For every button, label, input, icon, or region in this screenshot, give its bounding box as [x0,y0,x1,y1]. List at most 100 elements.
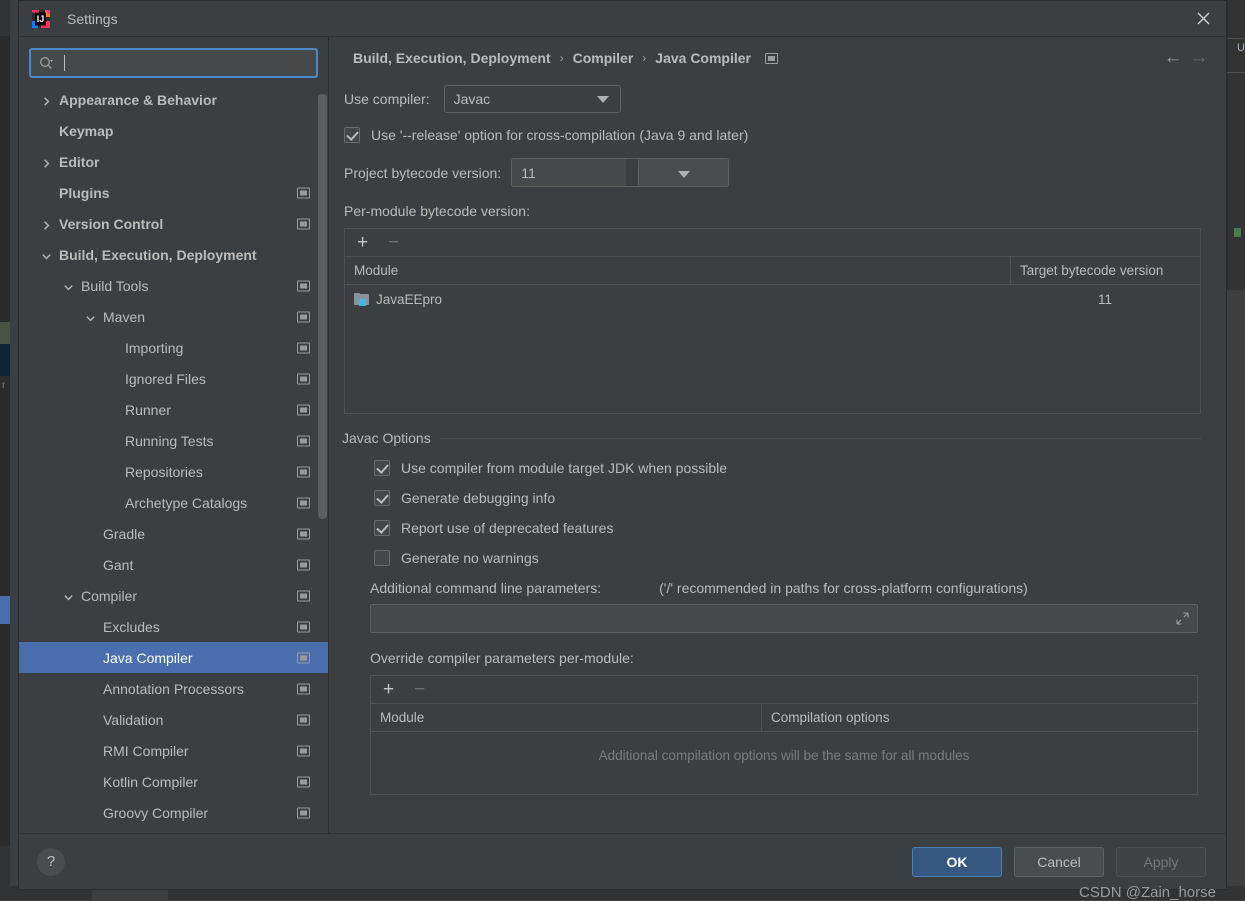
cancel-button[interactable]: Cancel [1014,846,1104,877]
sidebar-item-validation[interactable]: Validation [19,704,328,735]
column-header-target-bytecode[interactable]: Target bytecode version [1010,257,1200,284]
sidebar-item-kotlin-compiler[interactable]: Kotlin Compiler [19,766,328,797]
remove-module-button[interactable]: − [388,233,399,252]
settings-dialog: IJ Settings Appearance & Behavior Keymap… [18,0,1227,901]
sidebar-item-gant[interactable]: Gant [19,549,328,580]
sidebar-item-label: Appearance & Behavior [59,91,217,108]
sidebar-item-build-tools[interactable]: Build Tools [19,270,328,301]
ok-button[interactable]: OK [912,846,1002,877]
sidebar-item-keymap[interactable]: Keymap [19,115,328,146]
ide-right-marker [1234,228,1241,237]
breadcrumb: Build, Execution, Deployment › Compiler … [329,37,1226,79]
sidebar-item-gradle[interactable]: Gradle [19,518,328,549]
javac-option-checkbox[interactable] [374,550,390,566]
chevron-down-icon [596,96,609,103]
javac-option-label: Report use of deprecated features [401,520,614,536]
breadcrumb-separator: › [642,51,647,65]
project-bytecode-label: Project bytecode version: [344,164,502,181]
settings-sidebar: Appearance & Behavior Keymap Editor Plugins… [19,37,329,833]
help-button[interactable]: ? [37,847,65,876]
project-settings-icon [297,311,310,322]
sidebar-item-label: Kotlin Compiler [103,773,198,790]
column-header-compilation-options[interactable]: Compilation options [761,704,1197,731]
dialog-titlebar: IJ Settings [19,1,1226,37]
project-bytecode-combo[interactable]: 11 [511,158,730,187]
chevron-down-icon[interactable] [63,280,74,291]
chevron-right-icon[interactable] [41,218,52,230]
project-bytecode-value[interactable]: 11 [512,159,627,186]
javac-option-row[interactable]: Report use of deprecated features [374,520,1201,536]
javac-option-checkbox[interactable] [374,520,390,536]
ide-right-text: U [1237,42,1245,54]
sidebar-item-appearance-behavior[interactable]: Appearance & Behavior [19,84,328,115]
sidebar-item-label: Running Tests [125,432,214,449]
sidebar-item-ignored-files[interactable]: Ignored Files [19,363,328,394]
javac-option-checkbox[interactable] [374,460,390,476]
back-arrow-icon[interactable]: ← [1160,45,1186,71]
sidebar-item-version-control[interactable]: Version Control [19,208,328,239]
project-settings-icon [297,621,310,632]
sidebar-item-label: Maven [103,308,146,325]
release-option-checkbox[interactable] [344,127,360,143]
override-params-table: + − Module Compilation options Additiona… [370,675,1198,795]
apply-button[interactable]: Apply [1116,846,1206,877]
module-folder-icon [354,293,369,306]
add-module-button[interactable]: + [357,233,368,252]
sidebar-item-build-execution-deployment[interactable]: Build, Execution, Deployment [19,239,328,270]
chevron-right-icon[interactable] [41,94,52,106]
chevron-down-icon[interactable] [41,249,52,260]
table-row[interactable]: JavaEEpro 11 [345,285,1200,314]
expand-field-icon[interactable] [1175,612,1189,626]
close-icon[interactable] [1180,1,1226,36]
sidebar-item-label: Build, Execution, Deployment [59,246,257,263]
breadcrumb-part-1[interactable]: Compiler [573,50,634,66]
chevron-down-icon[interactable] [85,311,96,322]
sidebar-item-label: Build Tools [81,277,149,294]
sidebar-item-java-compiler[interactable]: Java Compiler [19,642,328,673]
sidebar-item-importing[interactable]: Importing [19,332,328,363]
project-settings-icon [297,497,310,508]
javac-option-checkbox[interactable] [374,490,390,506]
sidebar-item-maven[interactable]: Maven [19,301,328,332]
sidebar-item-archetype-catalogs[interactable]: Archetype Catalogs [19,487,328,518]
search-box[interactable] [29,48,318,78]
svg-text:IJ: IJ [37,14,45,24]
sidebar-item-running-tests[interactable]: Running Tests [19,425,328,456]
chevron-right-icon[interactable] [41,156,52,168]
javac-option-row[interactable]: Use compiler from module target JDK when… [374,460,1201,476]
breadcrumb-part-0[interactable]: Build, Execution, Deployment [353,50,551,66]
column-header-module[interactable]: Module [345,257,1010,284]
sidebar-item-compiler[interactable]: Compiler [19,580,328,611]
remove-override-button[interactable]: − [414,680,425,699]
sidebar-item-excludes[interactable]: Excludes [19,611,328,642]
sidebar-item-repositories[interactable]: Repositories [19,456,328,487]
chevron-down-icon[interactable] [63,590,74,601]
add-override-button[interactable]: + [383,680,394,699]
release-option-row[interactable]: Use '--release' option for cross-compila… [344,127,1201,143]
sidebar-item-label: Gant [103,556,134,573]
sidebar-item-plugins[interactable]: Plugins [19,177,328,208]
sidebar-item-label: Plugins [59,184,110,201]
sidebar-item-label: Annotation Processors [103,680,244,697]
forward-arrow-icon[interactable]: → [1186,45,1212,71]
sidebar-item-rmi-compiler[interactable]: RMI Compiler [19,735,328,766]
settings-tree: Appearance & Behavior Keymap Editor Plugins… [19,84,328,833]
additional-params-input[interactable] [370,604,1198,633]
search-input[interactable] [67,55,308,71]
sidebar-scrollbar[interactable] [318,94,327,519]
sidebar-item-runner[interactable]: Runner [19,394,328,425]
chevron-down-icon[interactable] [638,159,729,186]
use-compiler-select[interactable]: Javac [443,85,621,113]
column-header-module[interactable]: Module [371,704,761,731]
project-settings-icon [297,218,310,229]
override-table-empty-message: Additional compilation options will be t… [598,747,970,763]
javac-option-row[interactable]: Generate debugging info [374,490,1201,506]
project-settings-icon [297,528,310,539]
sidebar-item-annotation-processors[interactable]: Annotation Processors [19,673,328,704]
sidebar-item-groovy-compiler[interactable]: Groovy Compiler [19,797,328,828]
sidebar-item-editor[interactable]: Editor [19,146,328,177]
use-compiler-label: Use compiler: [344,91,430,107]
project-settings-icon [297,342,310,353]
javac-option-row[interactable]: Generate no warnings [374,550,1201,566]
dialog-body: Appearance & Behavior Keymap Editor Plugins… [19,37,1226,833]
